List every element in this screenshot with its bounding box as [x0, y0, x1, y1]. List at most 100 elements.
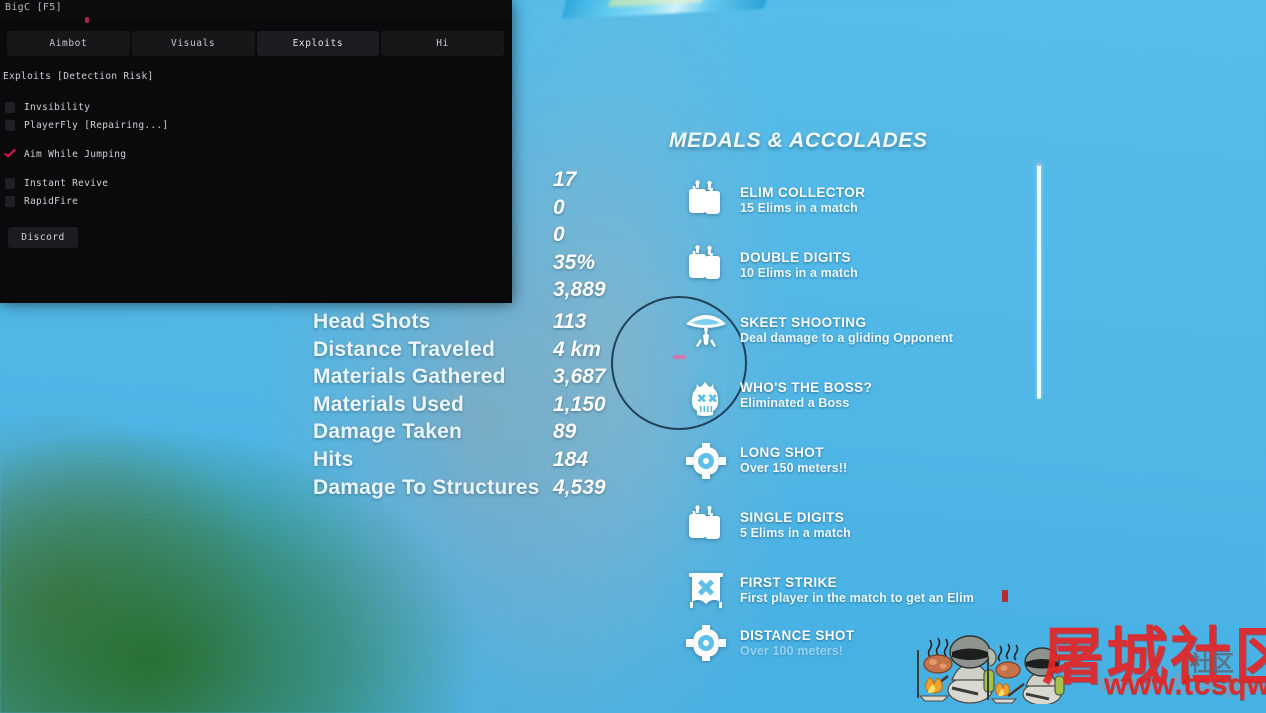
medal-desc: Deal damage to a gliding Opponent [740, 331, 954, 345]
medal-text: SKEET SHOOTING Deal damage to a gliding … [740, 315, 953, 346]
dogtags-icon [680, 177, 732, 225]
option-label: RapidFire [24, 195, 79, 207]
stat-row: Damage To Structures 4,539 [313, 476, 643, 504]
cheat-section-header: Exploits [Detection Risk] [3, 71, 154, 82]
cheat-menu-titlebar[interactable]: BigC [F5] [0, 0, 512, 20]
medal-desc: 5 Elims in a match [740, 526, 851, 540]
tab-exploits[interactable]: Exploits [256, 31, 380, 56]
option-label: PlayerFly [Repairing...] [24, 119, 169, 131]
dogtags-icon [680, 242, 732, 290]
watermark-red-mark [1002, 590, 1008, 602]
checkbox-icon[interactable] [5, 195, 15, 207]
medal-desc: First player in the match to get an Elim [740, 591, 974, 605]
option-label: Aim While Jumping [24, 148, 127, 160]
checkbox-icon[interactable] [5, 177, 15, 189]
medal-name: DOUBLE DIGITS [740, 250, 851, 265]
medal-desc: Over 150 meters!! [740, 461, 848, 475]
medals-panel-title: MEDALS & ACCOLADES [669, 129, 928, 152]
option-playerfly[interactable]: PlayerFly [Repairing...] [5, 116, 435, 134]
glider-icon [680, 307, 732, 355]
medal-item[interactable]: SKEET SHOOTING Deal damage to a gliding … [680, 298, 1040, 363]
tab-label: Aimbot [49, 38, 88, 49]
medal-name: SINGLE DIGITS [740, 510, 845, 525]
medal-text: FIRST STRIKE First player in the match t… [740, 575, 974, 606]
accent-dot-icon [85, 17, 89, 23]
stat-row: Materials Gathered 3,687 [313, 365, 643, 393]
stat-label: Damage Taken [313, 420, 463, 444]
medal-item[interactable]: FIRST STRIKE First player in the match t… [680, 558, 1040, 623]
discord-button[interactable]: Discord [8, 227, 78, 248]
crosshair-icon [680, 437, 732, 485]
stat-value: 89 [553, 420, 577, 444]
medals-list: ELIM COLLECTOR 15 Elims in a match DOUBL… [680, 168, 1040, 663]
medal-name: LONG SHOT [740, 445, 824, 460]
medal-item[interactable]: SINGLE DIGITS 5 Elims in a match [680, 493, 1040, 558]
medal-item[interactable]: DOUBLE DIGITS 10 Elims in a match [680, 233, 1040, 298]
skull-crown-icon [680, 372, 732, 420]
stat-value-hidden: 0 [553, 195, 565, 219]
tab-hi[interactable]: Hi [381, 31, 504, 56]
option-rapidfire[interactable]: RapidFire [5, 192, 435, 210]
option-aim-while-jumping[interactable]: Aim While Jumping [5, 145, 435, 163]
option-label: Invsibility [24, 101, 91, 113]
medal-item[interactable]: LONG SHOT Over 150 meters!! [680, 428, 1040, 493]
match-stats-list: Head Shots 113 Distance Traveled 4 km Ma… [313, 310, 643, 503]
medal-name: DISTANCE SHOT [740, 627, 855, 643]
tab-visuals[interactable]: Visuals [131, 31, 255, 56]
cheat-menu-tabs: Aimbot Visuals Exploits Hi [7, 31, 504, 56]
stat-value: 4 km [553, 337, 601, 361]
cheat-options-list: Invsibility PlayerFly [Repairing...] Aim… [5, 98, 435, 210]
medal-name: FIRST STRIKE [740, 575, 838, 590]
medal-text: SINGLE DIGITS 5 Elims in a match [740, 510, 851, 541]
banner-x-icon [680, 567, 732, 615]
stat-row: Head Shots 113 [313, 310, 643, 338]
stat-row: Damage Taken 89 [313, 420, 643, 448]
stat-value-hidden: 35% [553, 250, 596, 274]
scrollbar-thumb-cap [1037, 163, 1041, 166]
medal-desc: 15 Elims in a match [740, 201, 858, 215]
checkbox-checked-icon[interactable] [5, 149, 15, 160]
medal-desc: 10 Elims in a match [740, 266, 858, 280]
occluded-stat-values: 17 0 0 35% 3,889 [553, 168, 673, 306]
tab-label: Hi [436, 38, 449, 49]
stat-row: Materials Used 1,150 [313, 393, 643, 421]
stat-label: Materials Used [313, 392, 465, 416]
medal-text: LONG SHOT Over 150 meters!! [740, 445, 847, 476]
medal-text: ELIM COLLECTOR 15 Elims in a match [740, 185, 865, 216]
medals-scrollbar[interactable] [1037, 163, 1041, 399]
medal-item[interactable]: DISTANCE SHOT Over 100 meters! [680, 623, 1040, 663]
tab-label: Exploits [292, 38, 344, 49]
checkbox-icon[interactable] [5, 119, 15, 131]
stat-value: 184 [553, 447, 589, 471]
medal-item[interactable]: ELIM COLLECTOR 15 Elims in a match [680, 168, 1040, 233]
screen: 17 0 0 35% 3,889 Head Shots 113 Distance… [0, 0, 1266, 713]
stat-value-hidden: 0 [553, 223, 565, 247]
stat-label: Hits [313, 447, 354, 471]
dogtags-icon [680, 502, 732, 550]
tab-aimbot[interactable]: Aimbot [7, 31, 130, 56]
stat-label: Materials Gathered [313, 365, 506, 389]
stat-value-hidden: 17 [553, 168, 577, 191]
stat-label: Damage To Structures [313, 475, 540, 499]
medal-name: SKEET SHOOTING [740, 315, 867, 330]
medal-text: DOUBLE DIGITS 10 Elims in a match [740, 250, 858, 281]
stat-row: Distance Traveled 4 km [313, 338, 643, 366]
medal-desc: Over 100 meters! [740, 643, 844, 658]
stat-value: 113 [553, 310, 587, 333]
medal-text: DISTANCE SHOT Over 100 meters! [740, 628, 854, 659]
option-instant-revive[interactable]: Instant Revive [5, 174, 435, 192]
crosshair-icon [680, 623, 732, 663]
tab-label: Visuals [171, 38, 216, 49]
cheat-menu-window[interactable]: BigC [F5] Aimbot Visuals Exploits Hi Exp… [0, 0, 512, 303]
stat-label: Head Shots [313, 310, 431, 333]
medal-item[interactable]: WHO'S THE BOSS? Eliminated a Boss [680, 363, 1040, 428]
medal-desc: Eliminated a Boss [740, 396, 850, 410]
medal-name: WHO'S THE BOSS? [740, 380, 873, 395]
stat-row: Hits 184 [313, 448, 643, 476]
checkbox-icon[interactable] [5, 101, 15, 113]
cheat-menu-title: BigC [F5] [5, 2, 62, 13]
medal-name: ELIM COLLECTOR [740, 185, 866, 200]
stat-label: Distance Traveled [313, 337, 495, 361]
option-invisibility[interactable]: Invsibility [5, 98, 435, 116]
stat-value: 4,539 [553, 475, 606, 499]
